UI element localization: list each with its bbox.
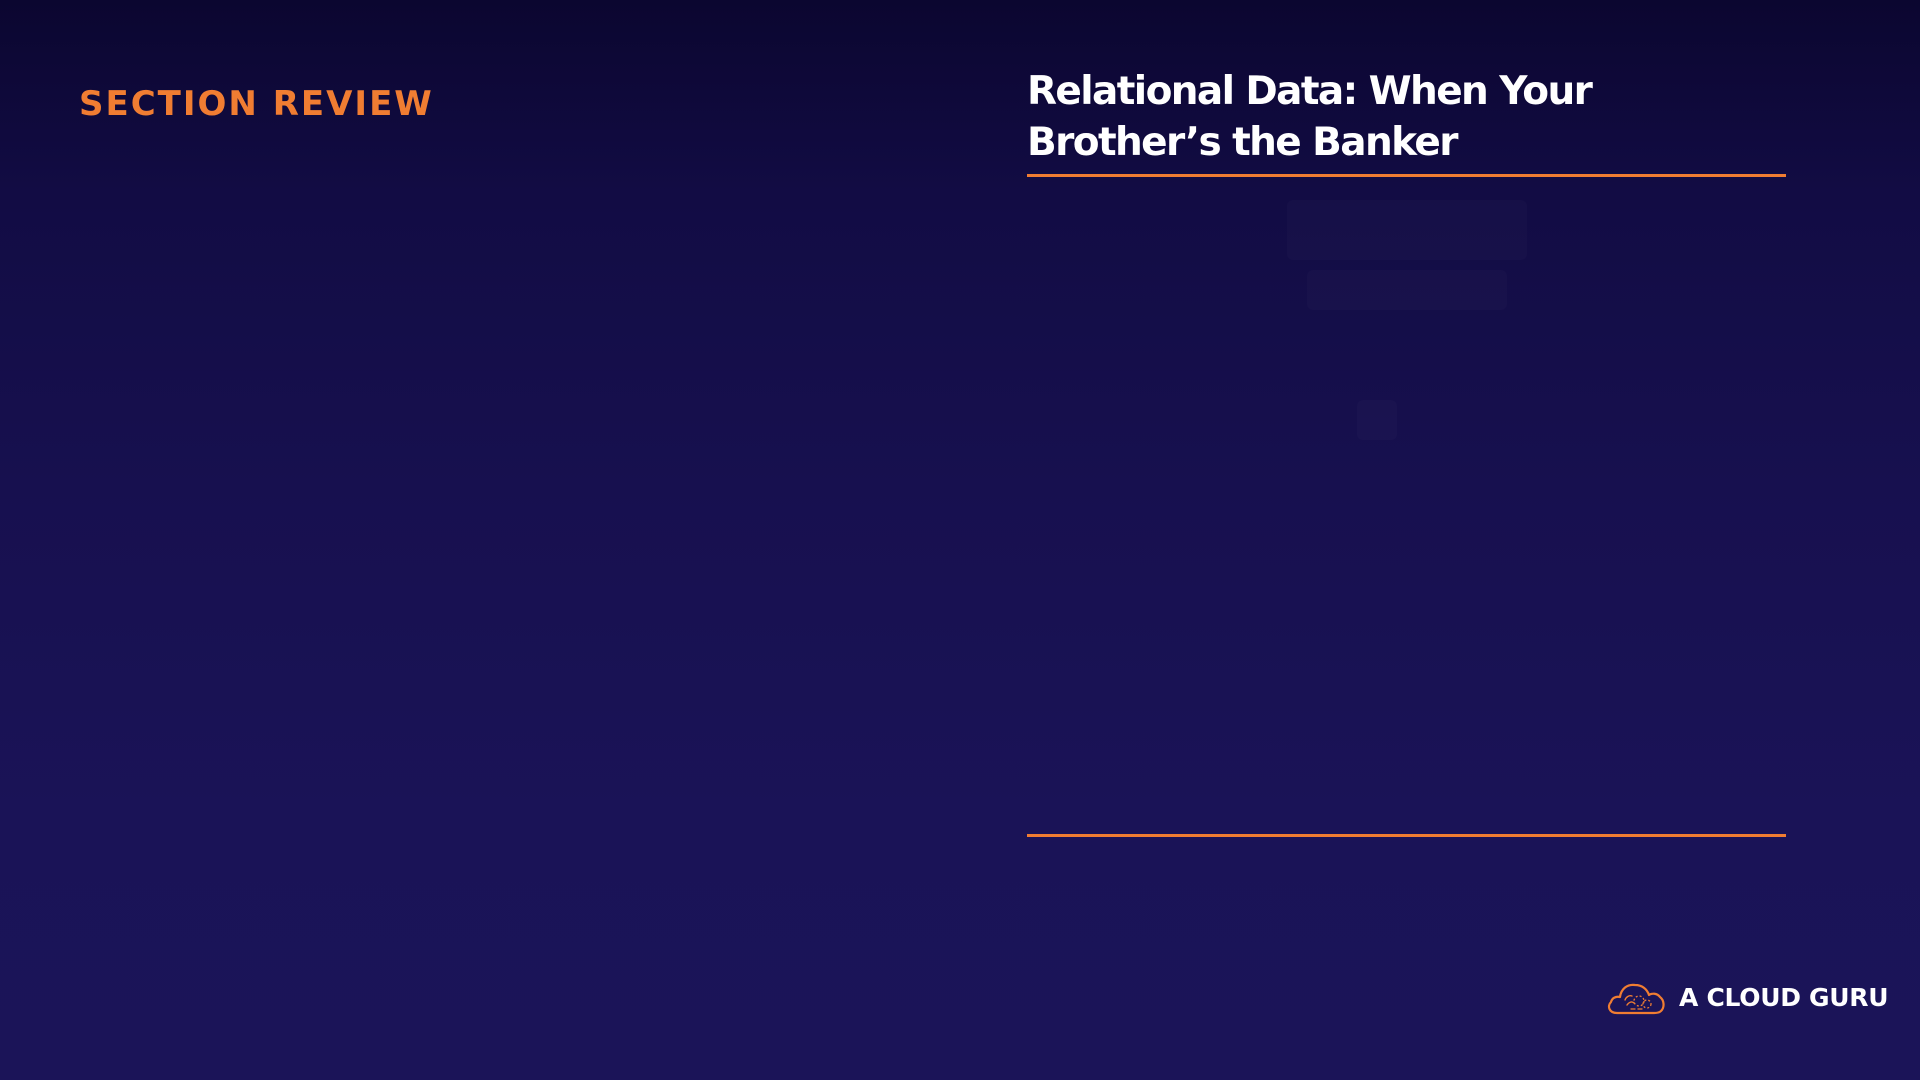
faded-graphic-middle bbox=[1307, 270, 1507, 310]
cloud-guru-logo-icon bbox=[1607, 983, 1665, 1015]
title-block: Relational Data: When Your Brother’s the… bbox=[1027, 66, 1787, 168]
page-title: Relational Data: When Your Brother’s the… bbox=[1027, 66, 1787, 168]
brand-logo: A CLOUD GURU bbox=[1605, 976, 1889, 1018]
brand-name: A CLOUD GURU bbox=[1679, 982, 1889, 1012]
content-divider bbox=[1027, 834, 1786, 837]
page-title-line-1: Relational Data: When Your bbox=[1027, 69, 1593, 114]
faded-graphic-small bbox=[1357, 400, 1397, 440]
content-area bbox=[1027, 180, 1786, 832]
title-divider bbox=[1027, 174, 1786, 177]
section-label: SECTION REVIEW bbox=[79, 84, 434, 124]
faded-graphic-top bbox=[1287, 200, 1527, 260]
page-title-line-2: Brother’s the Banker bbox=[1027, 120, 1459, 165]
